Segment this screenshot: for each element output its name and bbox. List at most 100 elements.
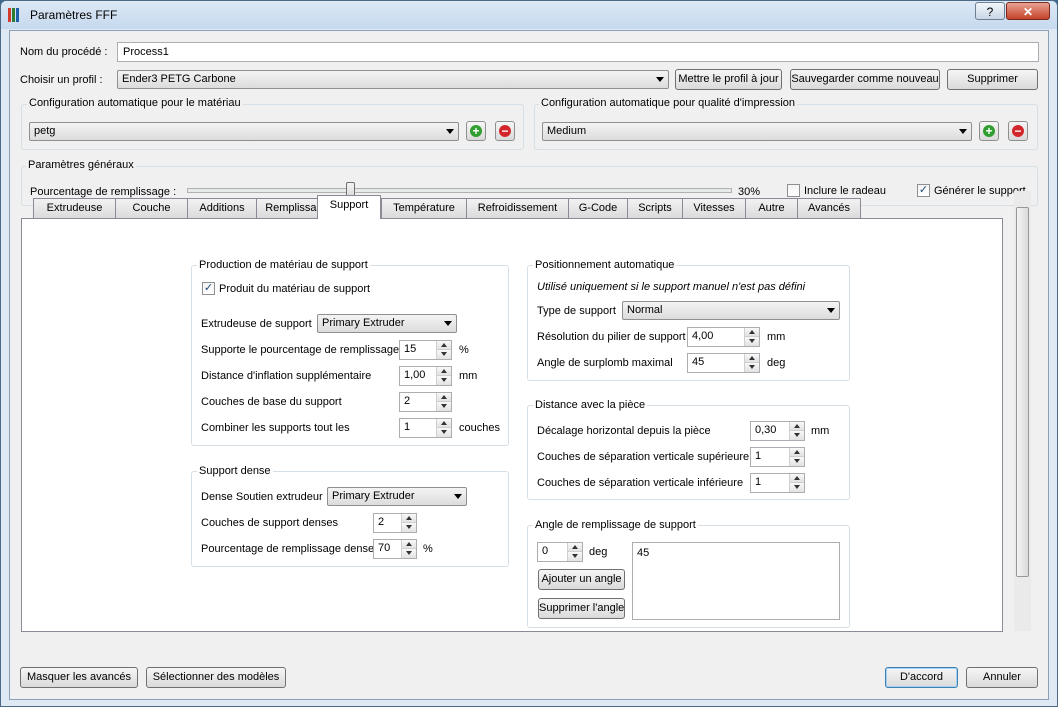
infill-slider-track[interactable] (187, 188, 732, 193)
spin-up-icon[interactable] (437, 341, 451, 350)
dense-infill-unit: % (423, 543, 433, 555)
horizontal-offset-label: Décalage horizontal depuis la pièce (537, 425, 711, 437)
process-name-input[interactable]: Process1 (117, 42, 1039, 62)
angle-list-item[interactable]: 45 (637, 547, 835, 559)
spin-down-icon[interactable] (745, 363, 759, 372)
chevron-down-icon (959, 129, 967, 134)
lower-separation-spinbox[interactable]: 1 (750, 473, 805, 493)
support-infill-label: Supporte le pourcentage de remplissage (201, 344, 400, 356)
spin-down-icon[interactable] (437, 350, 451, 359)
tab-autre[interactable]: Autre (745, 198, 798, 218)
tab-avances[interactable]: Avancés (797, 198, 861, 218)
spin-down-icon[interactable] (437, 402, 451, 411)
spin-down-icon[interactable] (745, 337, 759, 346)
scrollbar-thumb[interactable] (1016, 207, 1029, 577)
spin-down-icon[interactable] (402, 523, 416, 532)
tab-temperature[interactable]: Température (381, 198, 467, 218)
spin-down-icon[interactable] (790, 431, 804, 440)
horizontal-offset-value: 0,30 (755, 424, 777, 436)
process-name-label: Nom du procédé : (20, 46, 108, 58)
spin-down-icon[interactable] (437, 428, 451, 437)
fff-settings-window: Paramètres FFF ? ✕ Nom du procédé : Proc… (0, 0, 1058, 707)
spin-up-icon[interactable] (437, 393, 451, 402)
update-profile-button[interactable]: Mettre le profil à jour (675, 69, 782, 90)
close-button[interactable]: ✕ (1006, 2, 1050, 20)
raft-checkbox[interactable] (787, 184, 800, 197)
auto-placement-note: Utilisé uniquement si le support manuel … (537, 281, 806, 293)
support-extruder-select[interactable]: Primary Extruder (317, 314, 457, 333)
spin-up-icon[interactable] (402, 540, 416, 549)
spin-down-icon[interactable] (402, 549, 416, 558)
add-angle-button[interactable]: Ajouter un angle (538, 569, 625, 590)
inflation-spinbox[interactable]: 1,00 (399, 366, 452, 386)
support-infill-value: 15 (404, 343, 417, 355)
remove-material-button[interactable]: − (495, 121, 515, 141)
combine-label: Combiner les supports tout les (201, 422, 350, 434)
spin-up-icon[interactable] (402, 514, 416, 523)
overhang-spinbox[interactable]: 45 (687, 353, 760, 373)
tab-extrudeuse[interactable]: Extrudeuse (33, 198, 116, 218)
spin-down-icon[interactable] (568, 552, 582, 561)
plus-icon: + (470, 125, 482, 137)
hide-advanced-button[interactable]: Masquer les avancés (20, 667, 138, 688)
spin-up-icon[interactable] (790, 422, 804, 431)
spin-up-icon[interactable] (790, 474, 804, 483)
tab-vitesses[interactable]: Vitesses (682, 198, 746, 218)
tab-additions[interactable]: Additions (187, 198, 257, 218)
tab-couche[interactable]: Couche (115, 198, 188, 218)
remove-quality-button[interactable]: − (1008, 121, 1028, 141)
tab-scripts[interactable]: Scripts (627, 198, 683, 218)
settings-scrollbar[interactable] (1014, 191, 1031, 631)
infill-angle-value: 0 (542, 545, 549, 557)
spin-up-icon[interactable] (745, 354, 759, 363)
angle-list[interactable]: 45 (632, 542, 840, 620)
upper-separation-spinbox[interactable]: 1 (750, 447, 805, 467)
quality-select[interactable]: Medium (542, 122, 972, 141)
add-quality-button[interactable]: + (979, 121, 999, 141)
spin-up-icon[interactable] (437, 419, 451, 428)
support-extruder-label: Extrudeuse de support (201, 318, 312, 330)
generate-support-material-checkbox[interactable]: ✓ (202, 282, 215, 295)
base-layers-spinbox[interactable]: 2 (399, 392, 452, 412)
generate-support-label: Générer le support (934, 185, 1026, 197)
chevron-down-icon (444, 321, 452, 326)
title-bar[interactable]: Paramètres FFF ? ✕ (1, 1, 1057, 29)
spin-down-icon[interactable] (790, 457, 804, 466)
horizontal-offset-spinbox[interactable]: 0,30 (750, 421, 805, 441)
ok-button[interactable]: D'accord (885, 667, 958, 688)
combine-spinbox[interactable]: 1 (399, 418, 452, 438)
generate-support-checkbox[interactable]: ✓ (917, 184, 930, 197)
spin-up-icon[interactable] (437, 367, 451, 376)
tab-support[interactable]: Support (317, 195, 381, 219)
combine-value: 1 (404, 421, 411, 433)
support-infill-unit: % (459, 344, 469, 356)
dense-infill-spinbox[interactable]: 70 (373, 539, 417, 559)
spin-up-icon[interactable] (568, 543, 582, 552)
spin-up-icon[interactable] (745, 328, 759, 337)
save-new-profile-button[interactable]: Sauvegarder comme nouveau (790, 69, 940, 90)
dense-layers-spinbox[interactable]: 2 (373, 513, 417, 533)
horizontal-offset-unit: mm (811, 425, 830, 437)
dense-layers-value: 2 (378, 516, 385, 528)
remove-angle-button[interactable]: Supprimer l'angle (538, 598, 625, 619)
cancel-button[interactable]: Annuler (966, 667, 1038, 688)
profile-select[interactable]: Ender3 PETG Carbone (117, 70, 669, 89)
dense-extruder-select[interactable]: Primary Extruder (327, 487, 467, 506)
dense-infill-value: 70 (378, 542, 391, 554)
material-select[interactable]: petg (29, 122, 459, 141)
tab-refroidissement[interactable]: Refroidissement (466, 198, 569, 218)
tab-gcode[interactable]: G-Code (568, 198, 628, 218)
support-type-select[interactable]: Normal (622, 301, 840, 320)
delete-profile-button[interactable]: Supprimer (947, 69, 1038, 90)
help-button[interactable]: ? (975, 2, 1005, 20)
spin-down-icon[interactable] (437, 376, 451, 385)
dense-extruder-label: Dense Soutien extrudeur (201, 491, 323, 503)
spin-down-icon[interactable] (790, 483, 804, 492)
spin-up-icon[interactable] (790, 448, 804, 457)
auto-placement-title: Positionnement automatique (533, 259, 677, 271)
add-material-button[interactable]: + (466, 121, 486, 141)
select-models-button[interactable]: Sélectionner des modèles (146, 667, 286, 688)
pillar-resolution-spinbox[interactable]: 4,00 (687, 327, 760, 347)
support-infill-spinbox[interactable]: 15 (399, 340, 452, 360)
infill-angle-spinbox[interactable]: 0 (537, 542, 583, 562)
